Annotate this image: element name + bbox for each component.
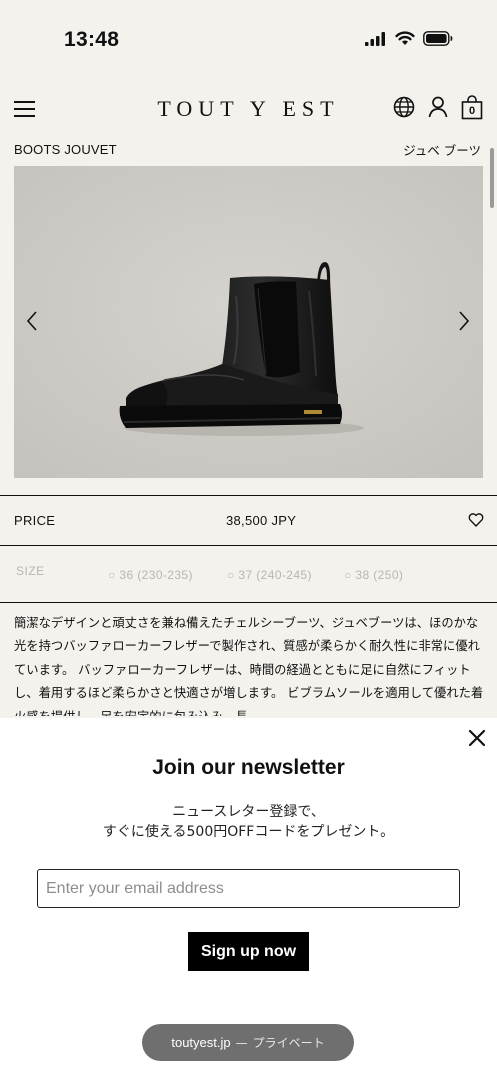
globe-icon[interactable]: [393, 96, 415, 118]
browser-url: toutyest.jp: [171, 1035, 231, 1050]
product-name-jp: ジュベ ブーツ: [403, 143, 481, 158]
size-option-38[interactable]: ○ 38 (250): [344, 568, 403, 582]
size-option-label: 37 (240-245): [238, 568, 312, 582]
status-icons: [365, 31, 453, 46]
price-label: PRICE: [14, 513, 56, 528]
browser-url-separator: —: [235, 1035, 248, 1050]
wifi-icon: [395, 31, 415, 45]
product-image-carousel[interactable]: [14, 166, 483, 478]
site-logo[interactable]: TOUT Y EST: [0, 96, 497, 122]
browser-mode-label: プライベート: [252, 1036, 325, 1050]
size-option-label: 38 (250): [355, 568, 404, 582]
radio-icon: ○: [108, 568, 120, 582]
price-value: 38,500 JPY: [226, 513, 297, 528]
carousel-prev-icon[interactable]: [24, 308, 40, 334]
size-option-label: 36 (230-235): [119, 568, 193, 582]
radio-icon: ○: [227, 568, 239, 582]
status-time: 13:48: [64, 28, 120, 51]
product-name-en: BOOTS JOUVET: [14, 142, 117, 157]
signal-icon: [365, 31, 385, 46]
scrollbar[interactable]: [490, 148, 494, 208]
carousel-next-icon[interactable]: [456, 308, 472, 334]
size-row: SIZE ○ 36 (230-235) ○ 37 (240-245) ○ 38 …: [0, 546, 497, 602]
email-input[interactable]: [37, 869, 460, 908]
account-icon[interactable]: [428, 96, 448, 118]
newsletter-subtitle-line1: ニュースレター登録で、: [172, 804, 325, 820]
browser-url-pill[interactable]: toutyest.jp — プライベート: [142, 1024, 354, 1061]
boot-image: [14, 166, 483, 478]
newsletter-title: Join our newsletter: [152, 756, 345, 779]
size-option-37[interactable]: ○ 37 (240-245): [227, 568, 312, 582]
newsletter-subtitle: ニュースレター登録で、 すぐに使える500円OFFコードをプレゼント。: [0, 802, 497, 842]
sign-up-button[interactable]: Sign up now: [188, 932, 309, 971]
product-description: 簡潔なデザインと頑丈さを兼ね備えたチェルシーブーツ、ジュベブーツは、ほのかな光を…: [14, 616, 484, 716]
size-label: SIZE: [16, 564, 45, 578]
battery-icon: [423, 31, 453, 46]
price-row: PRICE 38,500 JPY: [0, 496, 497, 545]
cart-count: 0: [468, 105, 476, 117]
newsletter-subtitle-line2: すぐに使える500円OFFコードをプレゼント。: [102, 824, 395, 840]
divider: [0, 602, 497, 603]
close-icon[interactable]: [467, 728, 487, 748]
status-bar: 13:48: [0, 0, 497, 78]
site-header: TOUT Y EST 0: [0, 88, 497, 132]
heart-icon[interactable]: [468, 512, 484, 527]
cart-button[interactable]: 0: [461, 94, 483, 120]
radio-icon: ○: [344, 568, 356, 582]
product-title-row: BOOTS JOUVET ジュベ ブーツ: [14, 140, 481, 160]
size-option-36[interactable]: ○ 36 (230-235): [108, 568, 193, 582]
